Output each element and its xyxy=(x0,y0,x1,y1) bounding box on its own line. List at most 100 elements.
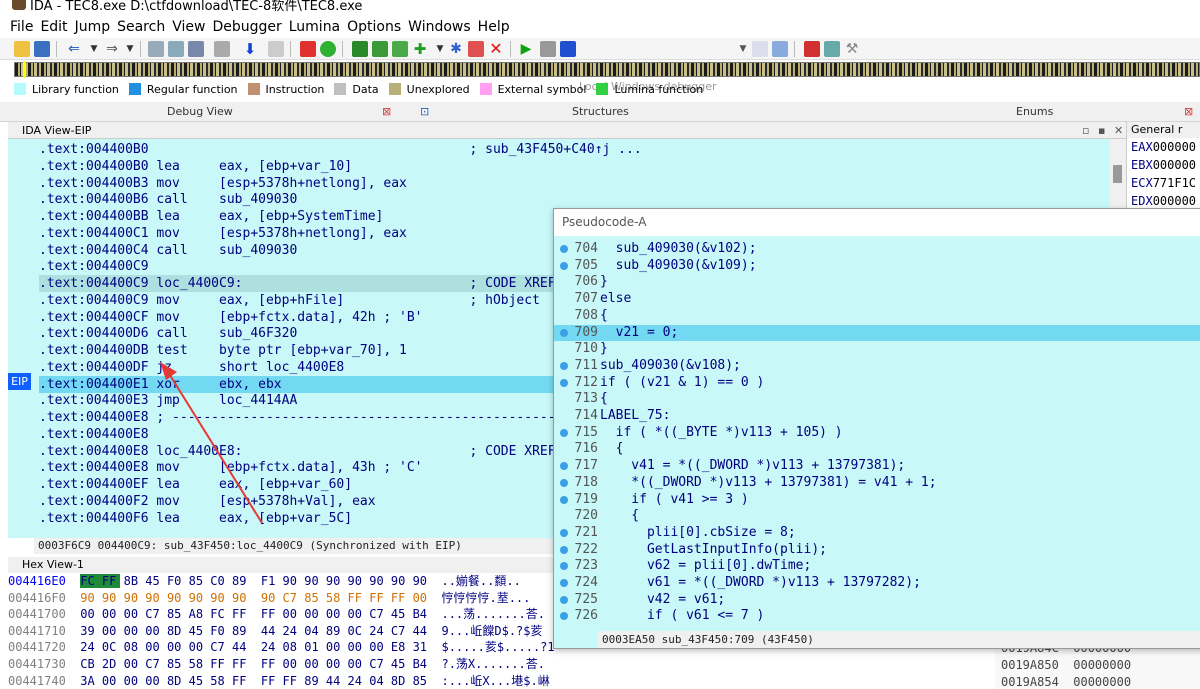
breakpoint-dot-icon[interactable] xyxy=(560,261,568,270)
hex-bytes[interactable]: 3A 00 00 00 8D 45 58 FF FF FF 89 44 24 0… xyxy=(80,674,427,688)
stack-value[interactable]: 00000000 xyxy=(1073,658,1131,672)
breakpoint-dot-icon[interactable] xyxy=(560,428,568,437)
close-icon[interactable]: ✕ xyxy=(1114,122,1123,139)
breakpoint-dot-icon[interactable] xyxy=(560,545,568,554)
hex-ascii[interactable]: $.....荄$.....?1 xyxy=(441,640,554,654)
forward-arrow-icon[interactable]: ⇒ xyxy=(104,41,120,57)
menu-edit[interactable]: Edit xyxy=(40,19,67,35)
code-text[interactable]: *((_DWORD *)v113 + 13797381) = v41 + 1; xyxy=(600,475,936,492)
chevron-down-icon[interactable]: ▼ xyxy=(432,41,448,57)
breakpoint-dot-icon[interactable] xyxy=(560,562,568,571)
print-icon[interactable] xyxy=(214,41,230,57)
code-text[interactable]: v62 = plii[0].dwTime; xyxy=(600,558,811,575)
pseudocode-line[interactable]: 705 sub_409030(&v109); xyxy=(554,258,1200,275)
stop-icon[interactable] xyxy=(560,41,576,57)
ascii-icon[interactable] xyxy=(392,41,408,57)
disasm-line[interactable]: .text:004400B3 mov [esp+5378h+netlong], … xyxy=(39,175,1109,192)
pseudocode-line[interactable]: 720 { xyxy=(554,508,1200,525)
navigation-band[interactable] xyxy=(14,61,1200,78)
pseudocode-line[interactable]: 721 plii[0].cbSize = 8; xyxy=(554,525,1200,542)
pseudocode-line[interactable]: 714 LABEL_75: xyxy=(554,408,1200,425)
breakpoint-dot-icon[interactable] xyxy=(560,595,568,604)
code-text[interactable]: GetLastInputInfo(plii); xyxy=(600,542,827,559)
disasm-line[interactable]: .text:004400B0 lea eax, [ebp+var_10] xyxy=(39,158,1109,175)
breakpoint-icon[interactable]: ✱ xyxy=(448,41,464,57)
menu-search[interactable]: Search xyxy=(117,19,165,35)
hex-row[interactable]: 004416F0 90 90 90 90 90 90 90 90 90 C7 8… xyxy=(8,590,530,607)
hex-row[interactable]: 00441740 3A 00 00 00 8D 45 58 FF FF FF 8… xyxy=(8,673,550,689)
hex-bytes[interactable]: 90 90 90 90 90 90 90 90 90 C7 85 58 FF F… xyxy=(80,591,427,605)
jump-down-icon[interactable]: ⬇ xyxy=(242,41,258,57)
menu-options[interactable]: Options xyxy=(347,19,401,35)
code-text[interactable]: plii[0].cbSize = 8; xyxy=(600,525,796,542)
hex-bytes[interactable]: FC FF 8B 45 F0 85 C0 89 F1 90 90 90 90 9… xyxy=(80,574,428,588)
pseudocode-line[interactable]: 716 { xyxy=(554,441,1200,458)
stack-value[interactable]: 00000000 xyxy=(1073,675,1131,689)
bookmarks-icon[interactable] xyxy=(804,41,820,57)
scrollbar-thumb[interactable] xyxy=(1113,165,1122,183)
run-to-icon[interactable] xyxy=(320,41,336,57)
graph-icon[interactable] xyxy=(148,41,164,57)
menu-debugger[interactable]: Debugger xyxy=(212,19,281,35)
disasm-line[interactable]: .text:004400B0 ; sub_43F450+C40↑j ... xyxy=(39,141,1109,158)
tab-debug-view[interactable]: Debug View xyxy=(167,102,233,122)
hex-row[interactable]: 00441720 24 0C 08 00 00 00 C7 44 24 08 0… xyxy=(8,639,555,656)
breakpoint-dot-icon[interactable] xyxy=(560,612,568,621)
add-data-icon[interactable] xyxy=(372,41,388,57)
menu-help[interactable]: Help xyxy=(478,19,510,35)
debugger-options-icon[interactable] xyxy=(752,41,768,57)
save-icon[interactable] xyxy=(34,41,50,57)
edit-patch-icon[interactable] xyxy=(468,41,484,57)
code-text[interactable]: if ( *((_BYTE *)v113 + 105) ) xyxy=(600,425,843,442)
structures-icon[interactable] xyxy=(824,41,840,57)
code-text[interactable]: { xyxy=(600,391,608,408)
chevron-down-icon[interactable]: ▼ xyxy=(735,41,751,57)
stop-sign-icon[interactable] xyxy=(300,41,316,57)
code-text[interactable]: { xyxy=(600,508,639,525)
pseudocode-line[interactable]: 706} xyxy=(554,274,1200,291)
add-code-icon[interactable] xyxy=(352,41,368,57)
hex-bytes[interactable]: 24 0C 08 00 00 00 C7 44 24 08 01 00 00 0… xyxy=(80,640,427,654)
pseudocode-line[interactable]: 704 sub_409030(&v102); xyxy=(554,241,1200,258)
pseudocode-line[interactable]: 725 v42 = v61; xyxy=(554,592,1200,609)
close-tab-icon[interactable]: ⊠ xyxy=(382,102,391,122)
menu-file[interactable]: File xyxy=(10,19,33,35)
stack-row[interactable]: 0019A854 00000000 xyxy=(995,674,1200,689)
open-icon[interactable] xyxy=(14,41,30,57)
pseudocode-window[interactable]: Pseudocode-A 704 sub_409030(&v102); 705 s… xyxy=(553,208,1200,649)
code-text[interactable]: { xyxy=(600,308,608,325)
disasm-line[interactable]: .text:004400B6 call sub_409030 xyxy=(39,191,1109,208)
code-text[interactable]: else xyxy=(600,291,631,308)
hex-ascii[interactable]: ...荡.......荅. xyxy=(441,607,544,621)
pseudocode-line[interactable]: 726 if ( v61 <= 7 ) xyxy=(554,608,1200,625)
hex-ascii[interactable]: ..媊餐..纇.. xyxy=(441,574,520,588)
breakpoint-dot-icon[interactable] xyxy=(560,495,568,504)
tab-enums[interactable]: Enums xyxy=(1016,102,1053,122)
hex-ascii[interactable]: 9...岴饓D$.?$荄 xyxy=(441,624,542,638)
register-value[interactable]: 000000 xyxy=(1153,158,1196,172)
pseudocode-line[interactable]: 724 v61 = *((_DWORD *)v113 + 13797282); xyxy=(554,575,1200,592)
tab-structures[interactable]: Structures xyxy=(572,102,629,122)
pseudocode-line[interactable]: 713{ xyxy=(554,391,1200,408)
graph-overview-icon[interactable] xyxy=(168,41,184,57)
close-icon[interactable]: ✕ xyxy=(488,41,504,57)
chevron-down-icon[interactable]: ▼ xyxy=(122,41,138,57)
code-text[interactable]: } xyxy=(600,341,608,358)
breakpoint-dot-icon[interactable] xyxy=(560,478,568,487)
flow-chart-icon[interactable] xyxy=(188,41,204,57)
play-icon[interactable]: ▶ xyxy=(518,41,534,57)
hex-ascii[interactable]: ?.荡X.......荅. xyxy=(441,657,544,671)
breakpoint-dot-icon[interactable] xyxy=(560,361,568,370)
code-text[interactable]: } xyxy=(600,274,608,291)
hex-row[interactable]: 00441700 00 00 00 C7 85 A8 FC FF FF 00 0… xyxy=(8,606,545,623)
pseudocode-line[interactable]: 708{ xyxy=(554,308,1200,325)
hex-row[interactable]: 00441730 CB 2D 00 C7 85 58 FF FF FF 00 0… xyxy=(8,656,545,673)
code-text[interactable]: { xyxy=(600,441,624,458)
hex-bytes[interactable]: CB 2D 00 C7 85 58 FF FF FF 00 00 00 00 C… xyxy=(80,657,427,671)
register-value[interactable]: 000000 xyxy=(1153,194,1196,208)
breakpoint-dot-icon[interactable] xyxy=(560,462,568,471)
code-text[interactable]: if ( v41 >= 3 ) xyxy=(600,492,748,509)
register-value[interactable]: 771F1C xyxy=(1153,176,1196,190)
hex-bytes[interactable]: 00 00 00 C7 85 A8 FC FF FF 00 00 00 00 C… xyxy=(80,607,427,621)
hex-row[interactable]: 004416E0 FC FF 8B 45 F0 85 C0 89 F1 90 9… xyxy=(8,573,521,590)
